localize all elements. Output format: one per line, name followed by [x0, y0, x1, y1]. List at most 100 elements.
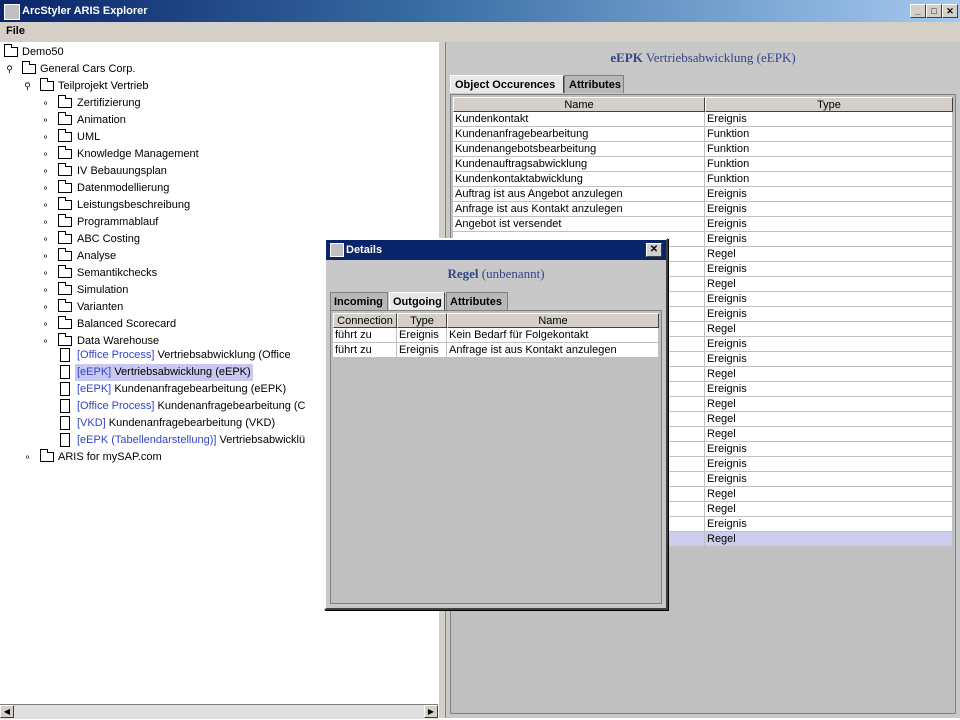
scroll-right-icon[interactable]: ▶ — [424, 705, 438, 718]
cell-type: Ereignis — [705, 517, 953, 532]
cell-type: Funktion — [705, 172, 953, 187]
collapsed-toggle-icon[interactable]: ⚬ — [40, 99, 51, 108]
maximize-button[interactable]: □ — [926, 4, 942, 18]
tab-dialog-attributes[interactable]: Attributes — [446, 292, 508, 310]
cell-type: Ereignis — [705, 262, 953, 277]
folder-icon — [58, 129, 72, 142]
folder-icon — [4, 44, 18, 57]
table-row[interactable]: Anfrage ist aus Kontakt anzulegen Ereigni… — [453, 202, 953, 217]
folder-icon — [58, 146, 72, 159]
tab-incoming[interactable]: Incoming — [330, 292, 388, 310]
table-row[interactable]: führt zu Ereignis Kein Bedarf für Folgekon… — [333, 328, 659, 343]
tree-label: Simulation — [77, 284, 129, 296]
tab-attributes[interactable]: Attributes — [564, 75, 624, 93]
model-name: Kundenanfragebearbeitung (VKD) — [108, 417, 276, 429]
collapsed-toggle-icon[interactable]: ⚬ — [40, 116, 51, 125]
expanded-toggle-icon[interactable]: ⚲ — [4, 65, 15, 74]
document-icon — [60, 382, 70, 396]
model-name: Kundenanfragebearbeitung (eEPK) — [114, 383, 287, 395]
table-row[interactable]: Auftrag ist aus Angebot anzulegen Ereigni… — [453, 187, 953, 202]
tree-label: Semantikchecks — [77, 267, 158, 279]
collapsed-toggle-icon[interactable]: ⚬ — [40, 235, 51, 244]
collapsed-toggle-icon[interactable]: ⚬ — [40, 133, 51, 142]
model-type: [VKD] — [77, 417, 106, 429]
collapsed-toggle-icon[interactable]: ⚬ — [40, 201, 51, 210]
collapsed-toggle-icon[interactable]: ⚬ — [40, 252, 51, 261]
collapsed-toggle-icon[interactable]: ⚬ — [40, 167, 51, 176]
collapsed-toggle-icon[interactable]: ⚬ — [40, 218, 51, 227]
menu-bar: File — [0, 22, 960, 43]
horizontal-scrollbar[interactable]: ◀ ▶ — [0, 704, 438, 719]
dialog-close-button[interactable]: ✕ — [646, 243, 662, 257]
column-header-name[interactable]: Name — [453, 97, 705, 112]
window-title-bar: ArcStyler ARIS Explorer _ □ ✕ — [0, 0, 960, 22]
cell-name: Auftrag ist aus Angebot anzulegen — [453, 187, 705, 202]
cell-name: Kundenkontaktabwicklung — [453, 172, 705, 187]
dialog-title-bar: Details ✕ — [326, 240, 666, 260]
table-row[interactable]: Kundenkontakt Ereignis — [453, 112, 953, 127]
folder-icon — [58, 197, 72, 210]
table-row[interactable]: Kundenangebotsbearbeitung Funktion — [453, 142, 953, 157]
menu-file[interactable]: File — [6, 25, 25, 37]
cell-name: Kundenkontakt — [453, 112, 705, 127]
cell-type: Regel — [705, 502, 953, 517]
cell-type: Ereignis — [705, 187, 953, 202]
document-icon — [60, 433, 70, 447]
tree-label: Leistungsbeschreibung — [77, 199, 191, 211]
tree-label: Demo50 — [22, 46, 64, 58]
tree-label: Datenmodellierung — [77, 182, 170, 194]
collapsed-toggle-icon[interactable]: ⚬ — [40, 150, 51, 159]
cell-type: Funktion — [705, 127, 953, 142]
tab-outgoing[interactable]: Outgoing — [389, 292, 445, 310]
tree-label: Zertifizierung — [77, 97, 141, 109]
collapsed-toggle-icon[interactable]: ⚬ — [40, 320, 51, 329]
document-icon — [60, 348, 70, 362]
folder-icon — [58, 112, 72, 125]
collapsed-toggle-icon[interactable]: ⚬ — [40, 303, 51, 312]
model-header: eEPK Vertriebsabwicklung (eEPK) — [446, 50, 960, 66]
minimize-button[interactable]: _ — [910, 4, 926, 18]
cell-name: Kundenangebotsbearbeitung — [453, 142, 705, 157]
details-dialog: Details ✕ Regel (unbenannt) Incoming Out… — [324, 238, 668, 610]
cell-type: Ereignis — [705, 307, 953, 322]
table-row[interactable]: Angebot ist versendet Ereignis — [453, 217, 953, 232]
column-header-name[interactable]: Name — [447, 313, 659, 328]
folder-icon — [58, 282, 72, 295]
document-icon — [60, 365, 70, 379]
cell-name: Kein Bedarf für Folgekontakt — [447, 328, 659, 343]
table-row[interactable]: führt zu Ereignis Anfrage ist aus Kontakt … — [333, 343, 659, 358]
cell-type: Ereignis — [397, 343, 447, 358]
collapsed-toggle-icon[interactable]: ⚬ — [40, 184, 51, 193]
tab-object-occurences[interactable]: Object Occurences — [450, 75, 564, 93]
model-name: Vertriebsabwicklung (Office — [157, 349, 291, 361]
folder-icon — [58, 299, 72, 312]
tree-label: General Cars Corp. — [40, 63, 136, 75]
scroll-left-icon[interactable]: ◀ — [0, 705, 14, 718]
folder-icon — [58, 316, 72, 329]
model-type: [eEPK] — [77, 366, 112, 378]
collapsed-toggle-icon[interactable]: ⚬ — [40, 269, 51, 278]
close-button[interactable]: ✕ — [942, 4, 958, 18]
table-row[interactable]: Kundenauftragsabwicklung Funktion — [453, 157, 953, 172]
tree-label: Animation — [77, 114, 126, 126]
cell-name: Anfrage ist aus Kontakt anzulegen — [447, 343, 659, 358]
collapsed-toggle-icon[interactable]: ⚬ — [40, 286, 51, 295]
cell-name: Angebot ist versendet — [453, 217, 705, 232]
cell-name: Kundenauftragsabwicklung — [453, 157, 705, 172]
column-header-type[interactable]: Type — [705, 97, 953, 112]
collapsed-toggle-icon[interactable]: ⚬ — [22, 453, 33, 462]
table-row[interactable]: Kundenanfragebearbeitung Funktion — [453, 127, 953, 142]
cell-connection: führt zu — [333, 328, 397, 343]
column-header-connection[interactable]: Connection — [333, 313, 397, 328]
document-icon — [60, 416, 70, 430]
tree-label: IV Bebauungsplan — [77, 165, 167, 177]
expanded-toggle-icon[interactable]: ⚲ — [22, 82, 33, 91]
cell-type: Ereignis — [397, 328, 447, 343]
folder-icon — [58, 231, 72, 244]
cell-name: Anfrage ist aus Kontakt anzulegen — [453, 202, 705, 217]
table-row[interactable]: Kundenkontaktabwicklung Funktion — [453, 172, 953, 187]
cell-type: Ereignis — [705, 352, 953, 367]
column-header-type[interactable]: Type — [397, 313, 447, 328]
collapsed-toggle-icon[interactable]: ⚬ — [40, 337, 51, 346]
tree-label: Varianten — [77, 301, 124, 313]
